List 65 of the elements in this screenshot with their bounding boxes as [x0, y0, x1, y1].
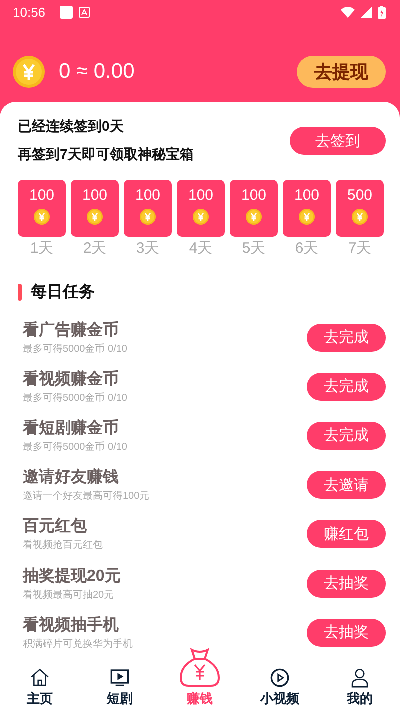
- reward-amount: 100: [82, 187, 108, 204]
- reward-amount: 100: [135, 187, 161, 204]
- person-icon: [350, 668, 370, 688]
- task-description: 最多可得5000金币 0/10: [23, 342, 128, 356]
- nav-tab[interactable]: 小视频: [240, 665, 320, 712]
- task-title: 百元红包: [23, 516, 88, 538]
- coin-icon: [352, 209, 368, 225]
- nav-tab[interactable]: 我的: [320, 665, 400, 712]
- reward-amount: 100: [294, 187, 320, 204]
- task-title: 看广告赚金币: [23, 320, 120, 341]
- task-button[interactable]: 去抽奖: [307, 618, 386, 647]
- coin-icon: [299, 209, 315, 225]
- day-label: 2天: [83, 239, 107, 258]
- section-title: 每日任务: [31, 282, 95, 303]
- nav-tab[interactable]: 赚钱: [160, 643, 240, 712]
- coin-icon: [13, 56, 45, 88]
- status-time: 10:56: [13, 4, 46, 20]
- task-button[interactable]: 去完成: [307, 324, 386, 352]
- day-label: 4天: [189, 239, 213, 258]
- task-description: 邀请一个好友最高可得100元: [23, 490, 151, 504]
- reward-amount: 500: [347, 187, 373, 204]
- task-description: 最多可得5000金币 0/10: [23, 392, 128, 405]
- reward-amount: 100: [29, 187, 55, 204]
- signal-icon: [361, 6, 372, 18]
- task-button[interactable]: 赚红包: [307, 520, 386, 548]
- task-button[interactable]: 去完成: [307, 422, 386, 450]
- day-label: 7天: [348, 239, 372, 258]
- battery-icon: [378, 6, 386, 18]
- wifi-icon: [341, 6, 355, 18]
- task-description: 看视频最高可抽20元: [23, 588, 116, 602]
- task-button[interactable]: 去完成: [307, 372, 386, 401]
- reward-amount: 100: [188, 187, 214, 204]
- day-label: 1天: [30, 239, 54, 258]
- coin-icon: [193, 209, 209, 225]
- coin-icon: [246, 209, 262, 225]
- task-title: 看短剧赚金币: [23, 418, 120, 439]
- tv-icon: [110, 668, 130, 688]
- task-description: 看视频抢百元红包: [23, 538, 104, 552]
- play-icon: [270, 668, 290, 688]
- task-title: 看视频赚金币: [23, 369, 120, 390]
- nav-tab[interactable]: 主页: [0, 665, 80, 712]
- withdraw-button[interactable]: 去提现: [297, 56, 386, 88]
- coin-icon: [34, 209, 50, 225]
- keyboard-icon: [78, 6, 90, 18]
- notification-icon: [60, 6, 73, 18]
- section-marker: [18, 284, 22, 301]
- task-title: 抽奖提现20元: [23, 566, 122, 587]
- coin-icon: [140, 209, 156, 225]
- nav-tab[interactable]: 短剧: [80, 665, 160, 712]
- task-description: 最多可得5000金币 0/10: [23, 440, 128, 454]
- task-button[interactable]: 去抽奖: [307, 570, 386, 598]
- task-title: 邀请好友赚钱: [23, 467, 120, 488]
- task-title: 看视频抽手机: [23, 615, 120, 636]
- checkin-button[interactable]: 去签到: [290, 127, 386, 155]
- day-label: 3天: [136, 239, 160, 258]
- streak-text: 已经连续签到0天: [18, 118, 125, 136]
- home-icon: [30, 668, 50, 688]
- task-description: 积满碎片可兑换华为手机: [23, 638, 134, 651]
- coin-balance: 0 ≈ 0.00: [59, 60, 135, 84]
- day-label: 6天: [295, 239, 319, 258]
- task-button[interactable]: 去邀请: [307, 471, 386, 500]
- coin-icon: [87, 209, 103, 225]
- reward-amount: 100: [241, 187, 267, 204]
- day-label: 5天: [242, 239, 266, 258]
- reward-hint: 再签到7天即可领取神秘宝箱: [18, 146, 195, 164]
